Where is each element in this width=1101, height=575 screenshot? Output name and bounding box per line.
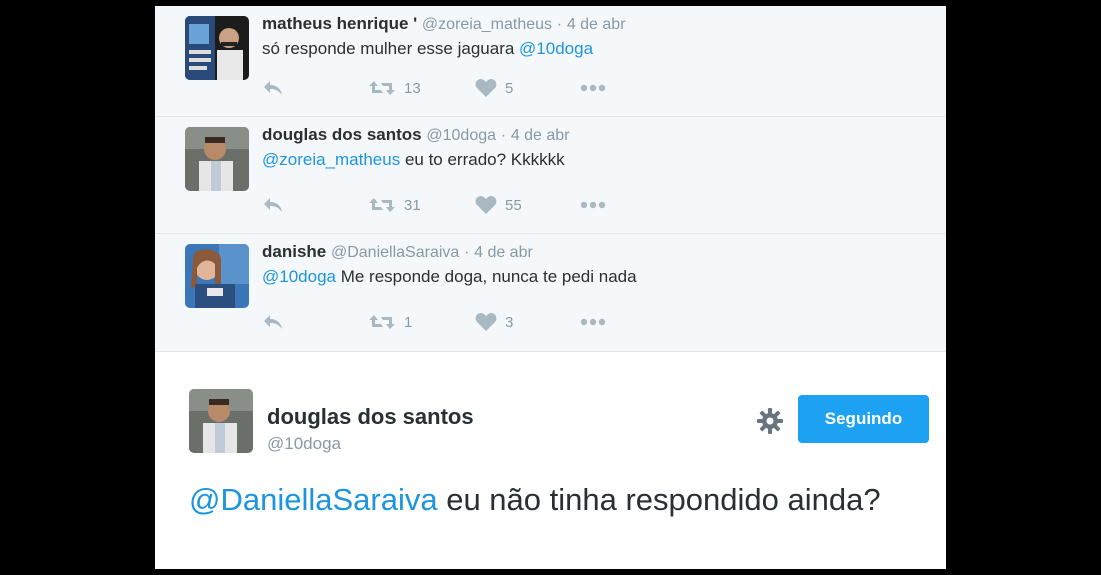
retweet-count: 13 — [404, 79, 421, 97]
heart-icon — [475, 196, 497, 214]
mention-link[interactable]: @DaniellaSaraiva — [189, 482, 438, 517]
display-name[interactable]: danishe — [262, 242, 326, 261]
heart-icon — [475, 79, 497, 97]
reply-tweet-3[interactable]: danishe @DaniellaSaraiva · 4 de abr @10d… — [155, 234, 946, 352]
reply-tweet-2[interactable]: douglas dos santos @10doga · 4 de abr @z… — [155, 117, 946, 234]
like-button[interactable]: 3 — [475, 310, 513, 334]
more-button[interactable] — [580, 76, 606, 100]
retweet-count: 31 — [404, 196, 421, 214]
separator: · — [500, 127, 507, 144]
more-icon — [580, 318, 606, 326]
retweet-icon — [369, 198, 395, 212]
username[interactable]: @DaniellaSaraiva — [331, 244, 459, 261]
tweet-text: @DaniellaSaraiva eu não tinha respondido… — [189, 480, 909, 520]
reply-button[interactable] — [262, 193, 284, 217]
avatar[interactable] — [189, 389, 253, 453]
reply-button[interactable] — [262, 310, 284, 334]
tweet-header: danishe @DaniellaSaraiva · 4 de abr — [262, 242, 533, 262]
gear-icon[interactable] — [756, 407, 784, 435]
display-name[interactable]: douglas dos santos — [262, 125, 422, 144]
display-name[interactable]: douglas dos santos — [267, 404, 474, 430]
timestamp[interactable]: 4 de abr — [474, 244, 533, 261]
timeline-panel: matheus henrique ' @zoreia_matheus · 4 d… — [155, 6, 946, 569]
tweet-header: matheus henrique ' @zoreia_matheus · 4 d… — [262, 14, 626, 34]
avatar[interactable] — [185, 16, 249, 80]
retweet-button[interactable]: 31 — [368, 193, 421, 217]
reply-button[interactable] — [262, 76, 284, 100]
mention-link[interactable]: @zoreia_matheus — [262, 150, 400, 169]
username[interactable]: @10doga — [426, 127, 496, 144]
username[interactable]: @zoreia_matheus — [422, 16, 552, 33]
tweet-text-body: Me responde doga, nunca te pedi nada — [336, 267, 637, 286]
more-button[interactable] — [580, 310, 606, 334]
tweet-text: @zoreia_matheus eu to errado? Kkkkkk — [262, 150, 565, 170]
separator: · — [556, 16, 563, 33]
tweet-header: douglas dos santos @10doga · 4 de abr — [262, 125, 570, 145]
main-tweet: douglas dos santos @10doga Seguindo @Dan… — [155, 352, 946, 569]
more-button[interactable] — [580, 193, 606, 217]
retweet-icon — [369, 81, 395, 95]
reply-tweet-1[interactable]: matheus henrique ' @zoreia_matheus · 4 d… — [155, 6, 946, 117]
avatar[interactable] — [185, 244, 249, 308]
tweet-text-body: só responde mulher esse jaguara — [262, 39, 520, 58]
timestamp[interactable]: 4 de abr — [567, 16, 626, 33]
tweet-text-body: eu to errado? Kkkkkk — [400, 150, 565, 169]
like-count: 55 — [505, 196, 522, 214]
tweet-actions: 13 5 — [262, 76, 662, 100]
tweet-text: @10doga Me responde doga, nunca te pedi … — [262, 267, 637, 287]
reply-icon — [264, 81, 282, 95]
reply-icon — [264, 315, 282, 329]
username[interactable]: @10doga — [267, 434, 341, 454]
retweet-button[interactable]: 1 — [368, 310, 412, 334]
more-icon — [580, 201, 606, 209]
separator: · — [464, 244, 470, 261]
retweet-button[interactable]: 13 — [368, 76, 421, 100]
following-button[interactable]: Seguindo — [798, 395, 929, 443]
like-button[interactable]: 55 — [475, 193, 522, 217]
more-icon — [580, 84, 606, 92]
tweet-text: só responde mulher esse jaguara @10doga — [262, 39, 593, 59]
mention-link[interactable]: @10doga — [519, 39, 593, 58]
tweet-actions: 1 3 — [262, 310, 662, 334]
retweet-icon — [369, 315, 395, 329]
tweet-text-body: eu não tinha respondido ainda? — [437, 482, 881, 517]
like-button[interactable]: 5 — [475, 76, 513, 100]
retweet-count: 1 — [404, 313, 413, 331]
mention-link[interactable]: @10doga — [262, 267, 336, 286]
like-count: 3 — [505, 313, 514, 331]
avatar[interactable] — [185, 127, 249, 191]
timestamp[interactable]: 4 de abr — [511, 127, 570, 144]
reply-icon — [264, 198, 282, 212]
heart-icon — [475, 313, 497, 331]
display-name[interactable]: matheus henrique ' — [262, 14, 417, 33]
tweet-actions: 31 55 — [262, 193, 662, 217]
like-count: 5 — [505, 79, 514, 97]
